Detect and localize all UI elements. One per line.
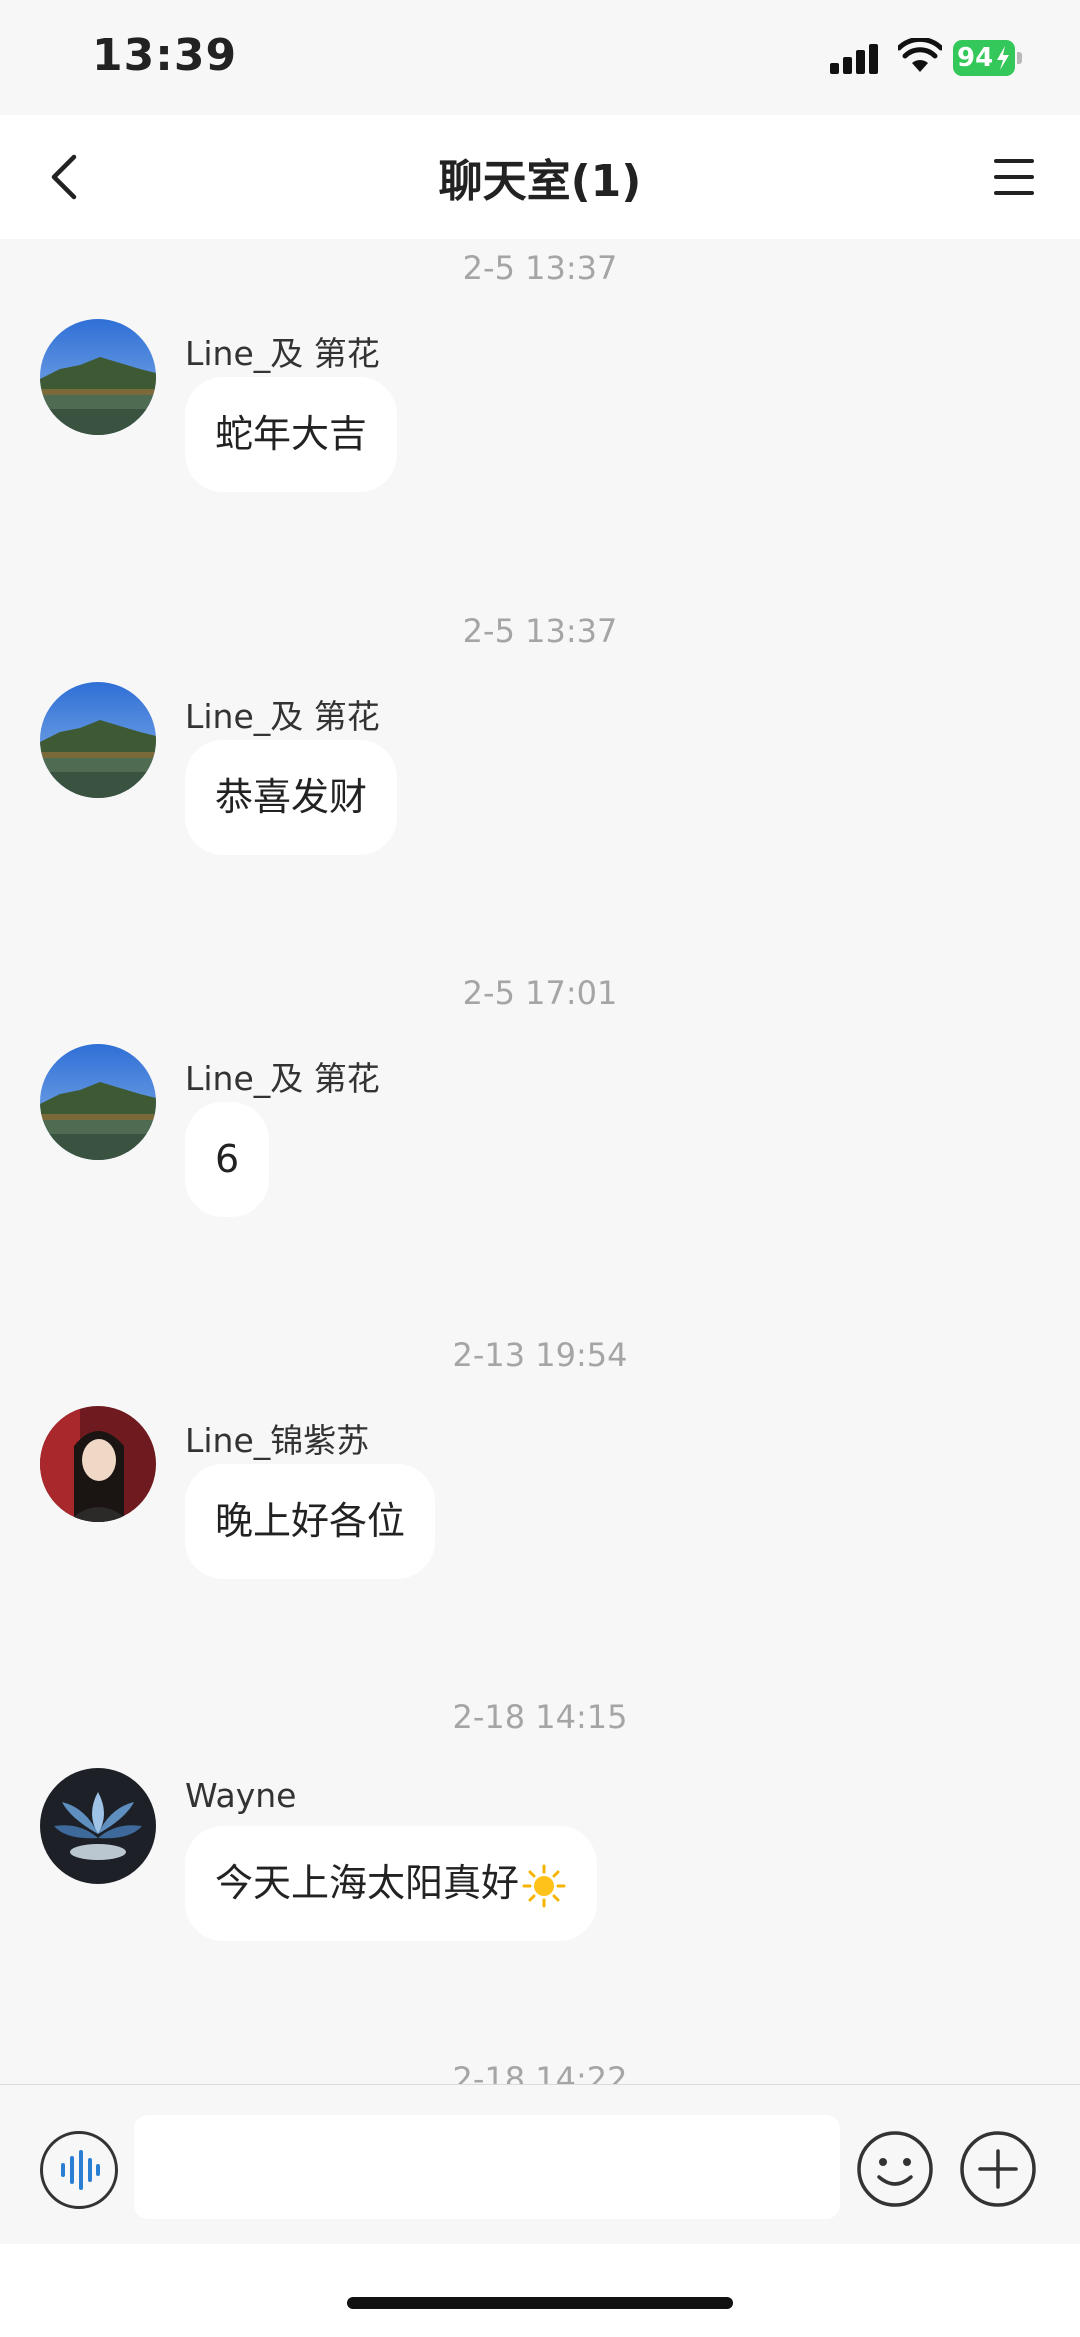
message-bubble[interactable]: 蛇年大吉 xyxy=(185,377,398,492)
message-text: 今天上海太阳真好 xyxy=(215,1861,520,1905)
message-timestamp: 2-13 19:54 xyxy=(452,1336,628,1374)
message-timestamp: 2-18 14:22 xyxy=(452,2060,628,2084)
message-timestamp: 2-5 13:37 xyxy=(462,249,618,287)
menu-button[interactable] xyxy=(990,155,1040,199)
message-timestamp: 2-18 14:15 xyxy=(452,1698,628,1736)
avatar[interactable] xyxy=(40,1406,156,1522)
nav-bar: 聊天室(1) xyxy=(0,115,1080,239)
cellular-signal-icon xyxy=(830,44,878,74)
sender-name: Wayne xyxy=(185,1776,297,1815)
sender-name: Line_及 第花 xyxy=(185,1059,380,1098)
emoji-button[interactable] xyxy=(855,2129,935,2209)
voice-input-button[interactable] xyxy=(40,2131,118,2209)
home-indicator-area xyxy=(0,2244,1080,2337)
sender-name: Line_锦紫苏 xyxy=(185,1421,370,1460)
voice-waveform-icon xyxy=(61,2150,100,2190)
battery-percent: 94 xyxy=(957,43,994,73)
message-timestamp: 2-5 13:37 xyxy=(462,612,618,650)
message-bubble[interactable]: 恭喜发财 xyxy=(185,740,398,855)
home-indicator[interactable] xyxy=(347,2297,733,2309)
status-bar: 13:39 94 xyxy=(0,0,1080,115)
message-timestamp: 2-5 17:01 xyxy=(462,974,618,1012)
sender-name: Line_及 第花 xyxy=(185,697,380,736)
message-bubble[interactable]: 晚上好各位 xyxy=(185,1464,436,1579)
page-title: 聊天室(1) xyxy=(438,156,642,207)
message-bubble[interactable]: 今天上海太阳真好 xyxy=(185,1826,598,1941)
avatar[interactable] xyxy=(40,1044,156,1160)
chat-screen: 13:39 94 聊天室(1) 2-5 13:37 Line_及 第花 蛇年大吉… xyxy=(0,0,1080,2337)
message-bubble[interactable]: 6 xyxy=(185,1102,270,1217)
sun-icon xyxy=(522,1864,566,1907)
input-bar xyxy=(0,2084,1080,2245)
status-time: 13:39 xyxy=(92,30,238,81)
battery-icon: 94 xyxy=(953,40,1023,76)
wifi-icon xyxy=(898,38,942,72)
message-list[interactable]: 2-5 13:37 Line_及 第花 蛇年大吉 2-5 13:37 Line_… xyxy=(0,239,1080,2084)
avatar[interactable] xyxy=(40,1768,156,1884)
sender-name: Line_及 第花 xyxy=(185,334,380,373)
charging-bolt-icon xyxy=(997,46,1009,70)
avatar[interactable] xyxy=(40,682,156,798)
plus-button[interactable] xyxy=(958,2129,1038,2209)
message-input[interactable] xyxy=(134,2115,840,2219)
avatar[interactable] xyxy=(40,319,156,435)
hamburger-menu-icon xyxy=(994,159,1034,163)
